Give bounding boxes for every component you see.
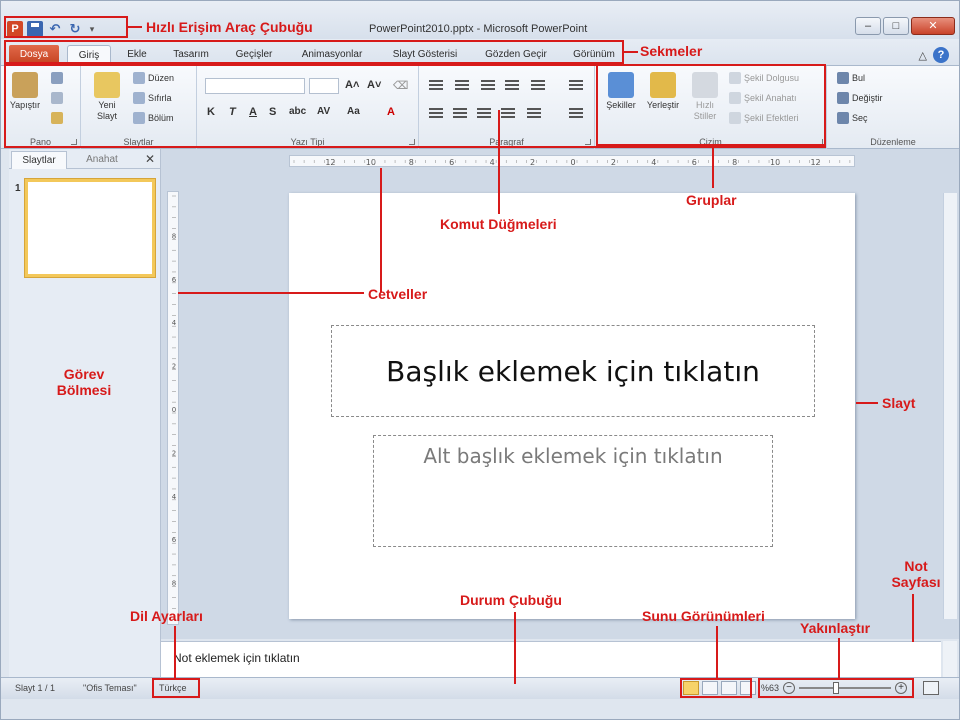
language-callout-line (174, 626, 176, 678)
annotation-commands: Komut Düğmeleri (440, 216, 557, 232)
subtitle-placeholder[interactable]: Alt başlık eklemek için tıklatın (373, 435, 773, 547)
select-button[interactable]: Seç (837, 112, 868, 124)
rulers-callout-line-horizontal (178, 292, 364, 294)
replace-icon (837, 92, 849, 104)
language-highlight-box (152, 678, 200, 698)
views-callout-line (716, 626, 718, 678)
notes-placeholder[interactable]: Not eklemek için tıklatın (173, 651, 300, 665)
help-icon[interactable]: ? (933, 47, 949, 63)
ruler-tick-label: 4 (651, 158, 656, 167)
binoculars-icon (837, 72, 849, 84)
close-pane-icon[interactable]: ✕ (145, 152, 155, 166)
annotation-zoom: Yakınlaştır (800, 620, 871, 636)
annotation-tabs: Sekmeler (640, 43, 703, 59)
notes-callout-line (912, 594, 914, 642)
ruler-tick-label: 8 (732, 158, 737, 167)
ruler-tick-label: 8 (409, 158, 414, 167)
ruler-tick-label: 2 (530, 158, 535, 167)
rulers-callout-line-vertical (380, 168, 382, 292)
task-pane: Slaytlar Anahat ✕ 1 (9, 149, 161, 677)
fit-slide-icon[interactable] (923, 681, 939, 695)
minimize-button[interactable]: – (855, 17, 881, 35)
horizontal-ruler[interactable]: 12 10 8 6 4 2 0 2 4 6 8 10 12 (289, 155, 855, 167)
status-bar-callout-line (514, 612, 516, 684)
notes-scrollbar[interactable] (943, 641, 957, 677)
tab-outline-pane[interactable]: Anahat (71, 151, 133, 169)
group-label-editing: Düzenleme (870, 137, 916, 147)
cursor-icon (837, 112, 849, 124)
annotation-qat: Hızlı Erişim Araç Çubuğu (146, 19, 313, 35)
annotation-slide: Slayt (882, 395, 916, 411)
tabs-highlight-box (4, 40, 624, 64)
window-title: PowerPoint2010.pptx - Microsoft PowerPoi… (369, 23, 588, 35)
ruler-tick-label: 4 (490, 158, 495, 167)
tabs-callout-line (624, 51, 638, 53)
ruler-tick-label: 12 (810, 158, 820, 167)
slide-count: Slayt 1 / 1 (15, 683, 56, 693)
title-bar: P ↶ ↻ ▾ PowerPoint2010.pptx - Microsoft … (1, 1, 959, 39)
zoom-highlight-box (758, 678, 914, 698)
tab-slides-pane[interactable]: Slaytlar (11, 151, 67, 169)
maximize-button[interactable]: □ (883, 17, 909, 35)
theme-name: "Ofis Teması" (83, 683, 137, 693)
groups-callout-line (712, 146, 714, 188)
ruler-tick-label: 10 (366, 158, 376, 167)
slide-canvas[interactable]: Başlık eklemek için tıklatın Alt başlık … (289, 193, 855, 619)
window-controls: – □ ✕ (855, 17, 955, 35)
annotation-rulers: Cetveller (368, 286, 428, 302)
zoom-callout-line (838, 638, 840, 680)
slide-callout-line (856, 402, 878, 404)
title-placeholder[interactable]: Başlık eklemek için tıklatın (331, 325, 815, 417)
close-button[interactable]: ✕ (911, 17, 955, 35)
ruler-tick-label: 10 (770, 158, 780, 167)
replace-button[interactable]: Değiştir (837, 92, 883, 104)
annotation-views: Sunu Görünümleri (642, 608, 765, 624)
group-editing: Bul Değiştir Seç Düzenleme (827, 66, 959, 149)
annotation-task-pane: Görev Bölmesi (56, 366, 112, 398)
ruler-tick-label: 2 (611, 158, 616, 167)
slide-thumbnail[interactable] (25, 179, 155, 277)
annotation-language: Dil Ayarları (130, 608, 203, 624)
notes-pane[interactable]: Not eklemek için tıklatın (161, 641, 941, 677)
commands-callout-line (498, 110, 500, 214)
thumbnail-number: 1 (15, 183, 21, 194)
ruler-tick-label: 0 (570, 158, 575, 167)
vertical-scrollbar[interactable] (943, 193, 957, 619)
annotation-notes-page: Not Sayfası (891, 558, 941, 590)
qat-callout-line (128, 26, 142, 28)
ruler-tick-label: 12 (325, 158, 335, 167)
views-highlight-box (680, 678, 752, 698)
ruler-tick-label: 6 (449, 158, 454, 167)
find-button[interactable]: Bul (837, 72, 865, 84)
annotation-status-bar: Durum Çubuğu (460, 592, 562, 608)
ruler-tick-label: 6 (692, 158, 697, 167)
vertical-ruler[interactable]: 864202468 (167, 191, 179, 625)
groups-highlight-box (596, 64, 826, 146)
annotation-groups: Gruplar (686, 192, 737, 208)
slide-editing-area: 12 10 8 6 4 2 0 2 4 6 8 10 12 864202468 Başlık eklem… (161, 149, 959, 639)
qat-highlight-box (4, 16, 128, 38)
minimize-ribbon-icon[interactable]: △ (919, 49, 927, 62)
